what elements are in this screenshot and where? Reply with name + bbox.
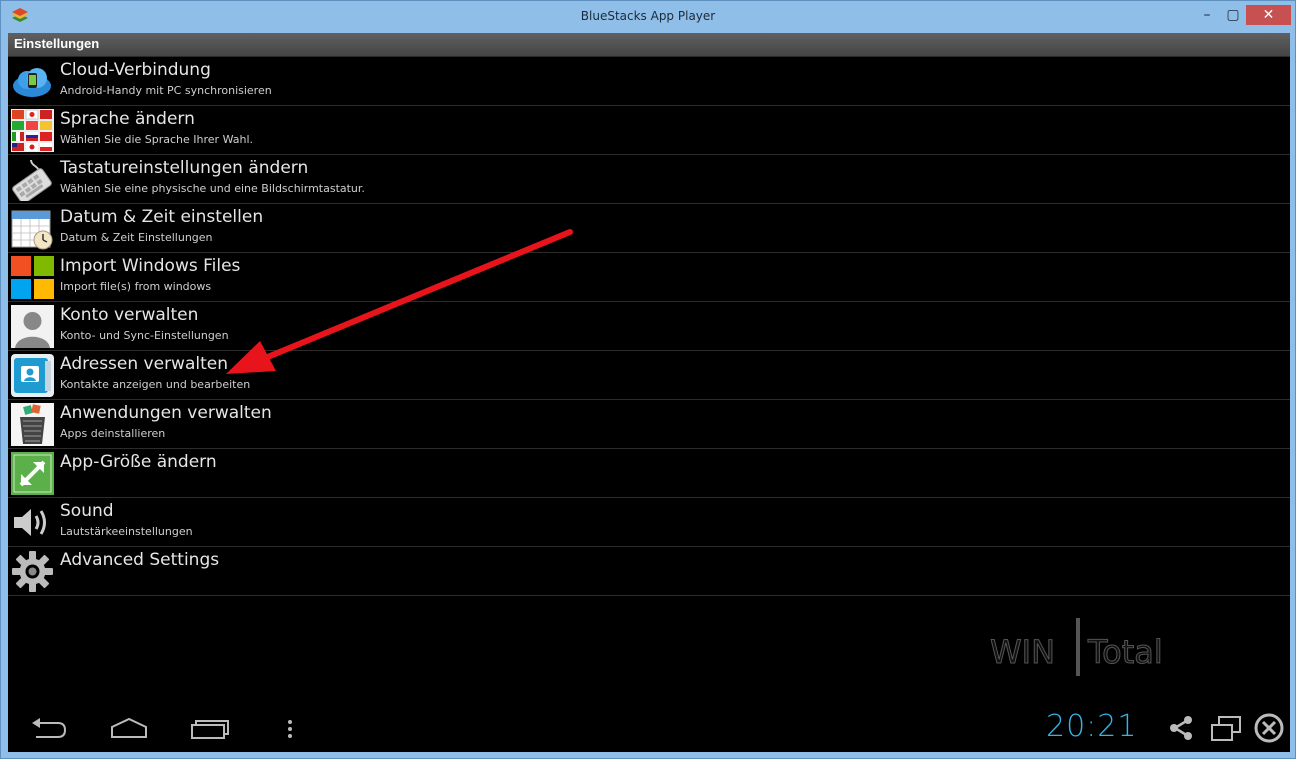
settings-item-subtitle: Datum & Zeit Einstellungen (60, 231, 213, 244)
minimize-button[interactable]: – (1194, 5, 1220, 25)
settings-item-title: Tastatureinstellungen ändern (60, 158, 309, 178)
flags-icon (11, 109, 54, 152)
status-clock: 20:21 (1046, 709, 1138, 744)
close-button[interactable]: ✕ (1246, 5, 1291, 25)
settings-item-sound[interactable]: Sound Lautstärkeeinstellungen (8, 498, 1290, 547)
wintotal-watermark: WIN Total (990, 618, 1163, 676)
window-title: BlueStacks App Player (580, 9, 716, 23)
watermark-text-right: Total (1087, 633, 1163, 671)
keyboard-icon (12, 159, 52, 201)
settings-item-title: Anwendungen verwalten (60, 403, 272, 423)
share-icon[interactable] (1167, 714, 1195, 742)
settings-item-app-size[interactable]: App-Größe ändern (8, 449, 1290, 498)
settings-item-subtitle: Konto- und Sync-Einstellungen (60, 329, 229, 342)
settings-item-subtitle: Wählen Sie eine physische und eine Bilds… (60, 182, 365, 195)
settings-item-title: App-Größe ändern (60, 452, 217, 472)
annotation-arrow (226, 229, 573, 374)
settings-list: Cloud-Verbindung Android-Handy mit PC sy… (8, 57, 1290, 596)
window-titlebar[interactable]: BlueStacks App Player – ▢ ✕ (1, 1, 1295, 33)
settings-item-title: Datum & Zeit einstellen (60, 207, 264, 227)
trash-bin-icon (11, 403, 54, 446)
settings-item-subtitle: Import file(s) from windows (60, 280, 212, 293)
calendar-clock-icon (11, 210, 53, 250)
maximize-button[interactable]: ▢ (1220, 5, 1246, 25)
settings-item-title: Sprache ändern (60, 109, 195, 129)
windows-logo-icon (11, 256, 54, 299)
watermark-text-left: WIN (990, 633, 1055, 671)
action-bar: Einstellungen (8, 33, 1290, 57)
settings-item-subtitle: Wählen Sie die Sprache Ihrer Wahl. (60, 133, 254, 146)
settings-item-subtitle: Android-Handy mit PC synchronisieren (60, 84, 272, 97)
resize-arrow-icon (11, 452, 54, 495)
settings-item-account[interactable]: Konto verwalten Konto- und Sync-Einstell… (8, 302, 1290, 351)
speaker-icon (14, 509, 46, 536)
android-screen: Einstellungen Cloud-Verbindung Android-H… (8, 33, 1290, 752)
user-avatar-icon (11, 305, 54, 348)
settings-item-title: Adressen verwalten (60, 354, 228, 374)
window-mode-icon[interactable] (1210, 714, 1242, 742)
settings-item-title: Cloud-Verbindung (60, 60, 211, 80)
settings-item-keyboard[interactable]: Tastatureinstellungen ändern Wählen Sie … (8, 155, 1290, 204)
cloud-icon (13, 68, 51, 97)
bluestacks-window: BlueStacks App Player – ▢ ✕ Einstellunge… (0, 0, 1296, 759)
settings-item-contacts[interactable]: Adressen verwalten Kontakte anzeigen und… (8, 351, 1290, 400)
contacts-icon (11, 354, 54, 397)
gear-icon (12, 551, 53, 592)
settings-item-subtitle: Lautstärkeeinstellungen (60, 525, 193, 538)
settings-item-apps[interactable]: Anwendungen verwalten Apps deinstalliere… (8, 400, 1290, 449)
home-icon[interactable] (110, 717, 148, 739)
settings-item-subtitle: Kontakte anzeigen und bearbeiten (60, 378, 251, 391)
settings-item-title: Import Windows Files (60, 256, 241, 276)
settings-item-title: Advanced Settings (60, 550, 220, 570)
recent-apps-icon[interactable] (190, 718, 230, 740)
settings-item-title: Konto verwalten (60, 305, 199, 325)
settings-item-cloud[interactable]: Cloud-Verbindung Android-Handy mit PC sy… (8, 57, 1290, 106)
settings-item-subtitle: Apps deinstallieren (60, 427, 166, 440)
exit-icon[interactable] (1253, 712, 1285, 744)
settings-item-language[interactable]: Sprache ändern Wählen Sie die Sprache Ih… (8, 106, 1290, 155)
page-title: Einstellungen (14, 36, 100, 51)
back-icon[interactable] (30, 717, 68, 739)
settings-item-date-time[interactable]: Datum & Zeit einstellen Datum & Zeit Ein… (8, 204, 1290, 253)
menu-dots-icon[interactable] (284, 719, 296, 739)
settings-item-import-files[interactable]: Import Windows Files Import file(s) from… (8, 253, 1290, 302)
settings-item-advanced[interactable]: Advanced Settings (8, 547, 1290, 596)
settings-item-title: Sound (60, 501, 114, 521)
